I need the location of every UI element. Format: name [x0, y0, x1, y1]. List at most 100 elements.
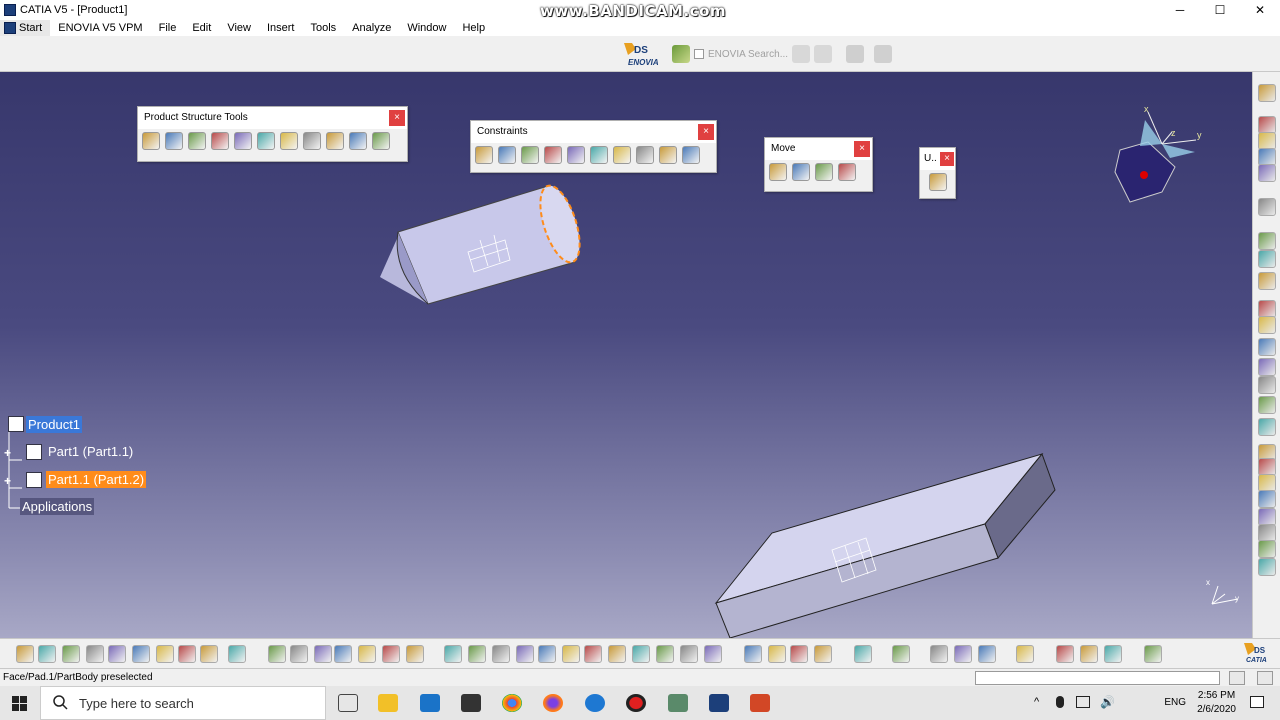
right-toolbar-icon-11[interactable]	[1258, 316, 1276, 334]
task-view-icon[interactable]	[338, 694, 358, 712]
status-btn-2[interactable]	[1257, 671, 1273, 685]
menu-file[interactable]: File	[151, 20, 185, 36]
powerpoint-icon[interactable]	[750, 694, 770, 712]
cylinder-part[interactable]	[380, 181, 588, 305]
menu-edit[interactable]: Edit	[184, 20, 219, 36]
update-close-button[interactable]: ×	[940, 152, 954, 166]
bottom-toolbar-icon-27[interactable]	[656, 645, 674, 663]
tree-part11-preselected[interactable]: Part1.1 (Part1.2)	[46, 471, 147, 488]
taskbar-clock[interactable]: 2:56 PM 2/6/2020	[1197, 689, 1236, 717]
enovia-query-icon[interactable]	[792, 45, 811, 63]
product-structure-tool-icon-6[interactable]	[257, 132, 275, 150]
constraints-tool-icon-4[interactable]	[544, 146, 562, 164]
tree-root-product1[interactable]: Product1	[26, 416, 83, 433]
constraints-close-button[interactable]: ×	[698, 124, 714, 140]
bottom-toolbar-icon-41[interactable]	[1080, 645, 1098, 663]
bottom-toolbar-icon-16[interactable]	[382, 645, 400, 663]
bottom-toolbar-icon-7[interactable]	[156, 645, 174, 663]
bottom-toolbar-icon-17[interactable]	[406, 645, 424, 663]
file-explorer-icon[interactable]	[378, 694, 398, 712]
right-toolbar-icon-16[interactable]	[1258, 418, 1276, 436]
product-structure-tool-icon-2[interactable]	[165, 132, 183, 150]
menu-analyze[interactable]: Analyze	[344, 20, 399, 36]
bottom-toolbar-icon-29[interactable]	[704, 645, 722, 663]
menu-tools[interactable]: Tools	[302, 20, 344, 36]
bottom-toolbar-icon-11[interactable]	[268, 645, 286, 663]
menu-start[interactable]: Start	[0, 20, 51, 36]
right-toolbar-icon-7[interactable]	[1258, 232, 1276, 250]
product-structure-tool-icon-3[interactable]	[188, 132, 206, 150]
update-tool-icon-1[interactable]	[928, 173, 947, 191]
block-part[interactable]	[714, 452, 1056, 638]
enovia-search-label[interactable]: ENOVIA Search...	[708, 49, 788, 60]
product-structure-tool-icon-4[interactable]	[211, 132, 229, 150]
product-structure-tool-icon-5[interactable]	[234, 132, 252, 150]
3d-viewport[interactable]: x z y x y Product Structure Tools × Cons…	[0, 72, 1252, 638]
bottom-toolbar-icon-9[interactable]	[200, 645, 218, 663]
microphone-icon[interactable]	[1056, 696, 1064, 708]
language-indicator[interactable]: ENG	[1164, 697, 1186, 708]
bottom-toolbar-icon-21[interactable]	[516, 645, 534, 663]
volume-icon[interactable]: 🔊	[1100, 695, 1115, 709]
app-dark-icon[interactable]	[461, 694, 481, 712]
right-toolbar-icon-20[interactable]	[1258, 490, 1276, 508]
bottom-toolbar-icon-30[interactable]	[744, 645, 762, 663]
bottom-toolbar-icon-3[interactable]	[62, 645, 80, 663]
move-close-button[interactable]: ×	[854, 141, 870, 157]
power-input-field[interactable]	[975, 671, 1220, 685]
right-toolbar-icon-6[interactable]	[1258, 198, 1276, 216]
bottom-toolbar-icon-20[interactable]	[492, 645, 510, 663]
product-structure-title[interactable]: Product Structure Tools	[138, 107, 407, 129]
constraints-tool-icon-9[interactable]	[659, 146, 677, 164]
right-toolbar-icon-5[interactable]	[1258, 164, 1276, 182]
tray-chevron-icon[interactable]: ^	[1034, 696, 1039, 708]
status-btn-1[interactable]	[1229, 671, 1245, 685]
enovia-connect-icon[interactable]	[672, 45, 690, 63]
constraints-tool-icon-5[interactable]	[567, 146, 585, 164]
enovia-search-checkbox[interactable]	[694, 49, 704, 59]
bottom-toolbar-icon-8[interactable]	[178, 645, 196, 663]
bottom-toolbar-icon-24[interactable]	[584, 645, 602, 663]
product-structure-tool-icon-10[interactable]	[349, 132, 367, 150]
enovia-refresh-icon[interactable]	[846, 45, 865, 63]
part1-icon[interactable]	[26, 444, 42, 460]
product-structure-tool-icon-8[interactable]	[303, 132, 321, 150]
bottom-toolbar-icon-6[interactable]	[132, 645, 150, 663]
firefox-icon[interactable]	[543, 694, 563, 712]
right-toolbar-icon-1[interactable]	[1258, 84, 1276, 102]
bottom-toolbar-icon-5[interactable]	[108, 645, 126, 663]
right-toolbar-icon-14[interactable]	[1258, 376, 1276, 394]
bottom-toolbar-icon-22[interactable]	[538, 645, 556, 663]
bottom-toolbar-icon-36[interactable]	[930, 645, 948, 663]
product-structure-tool-icon-9[interactable]	[326, 132, 344, 150]
move-tool-icon-1[interactable]	[769, 163, 787, 181]
chrome-icon[interactable]	[502, 694, 522, 712]
product-structure-tool-icon-1[interactable]	[142, 132, 160, 150]
right-toolbar-icon-15[interactable]	[1258, 396, 1276, 414]
constraints-tool-icon-7[interactable]	[613, 146, 631, 164]
part11-icon[interactable]	[26, 472, 42, 488]
bottom-toolbar-icon-39[interactable]	[1016, 645, 1034, 663]
constraints-tool-icon-2[interactable]	[498, 146, 516, 164]
bottom-toolbar-icon-38[interactable]	[978, 645, 996, 663]
bottom-toolbar-icon-34[interactable]	[854, 645, 872, 663]
right-toolbar-icon-13[interactable]	[1258, 358, 1276, 376]
close-window-button[interactable]: ✕	[1240, 0, 1280, 20]
enovia-logo[interactable]: DS ENOVIA	[614, 39, 668, 69]
expand-part1-icon[interactable]: +	[4, 446, 11, 460]
product-icon[interactable]	[8, 416, 24, 432]
bottom-toolbar-icon-40[interactable]	[1056, 645, 1074, 663]
notifications-icon[interactable]	[1250, 696, 1264, 708]
menu-enovia-vpm[interactable]: ENOVIA V5 VPM	[50, 20, 150, 36]
bottom-toolbar-icon-35[interactable]	[892, 645, 910, 663]
product-structure-tool-icon-7[interactable]	[280, 132, 298, 150]
bottom-toolbar-icon-2[interactable]	[38, 645, 56, 663]
bottom-toolbar-icon-10[interactable]	[228, 645, 246, 663]
bottom-toolbar-icon-12[interactable]	[290, 645, 308, 663]
taskbar-search-box[interactable]: Type here to search	[40, 686, 326, 720]
app-green-icon[interactable]	[668, 694, 688, 712]
right-toolbar-icon-23[interactable]	[1258, 540, 1276, 558]
right-toolbar-icon-8[interactable]	[1258, 250, 1276, 268]
bottom-toolbar-icon-18[interactable]	[444, 645, 462, 663]
right-toolbar-icon-12[interactable]	[1258, 338, 1276, 356]
